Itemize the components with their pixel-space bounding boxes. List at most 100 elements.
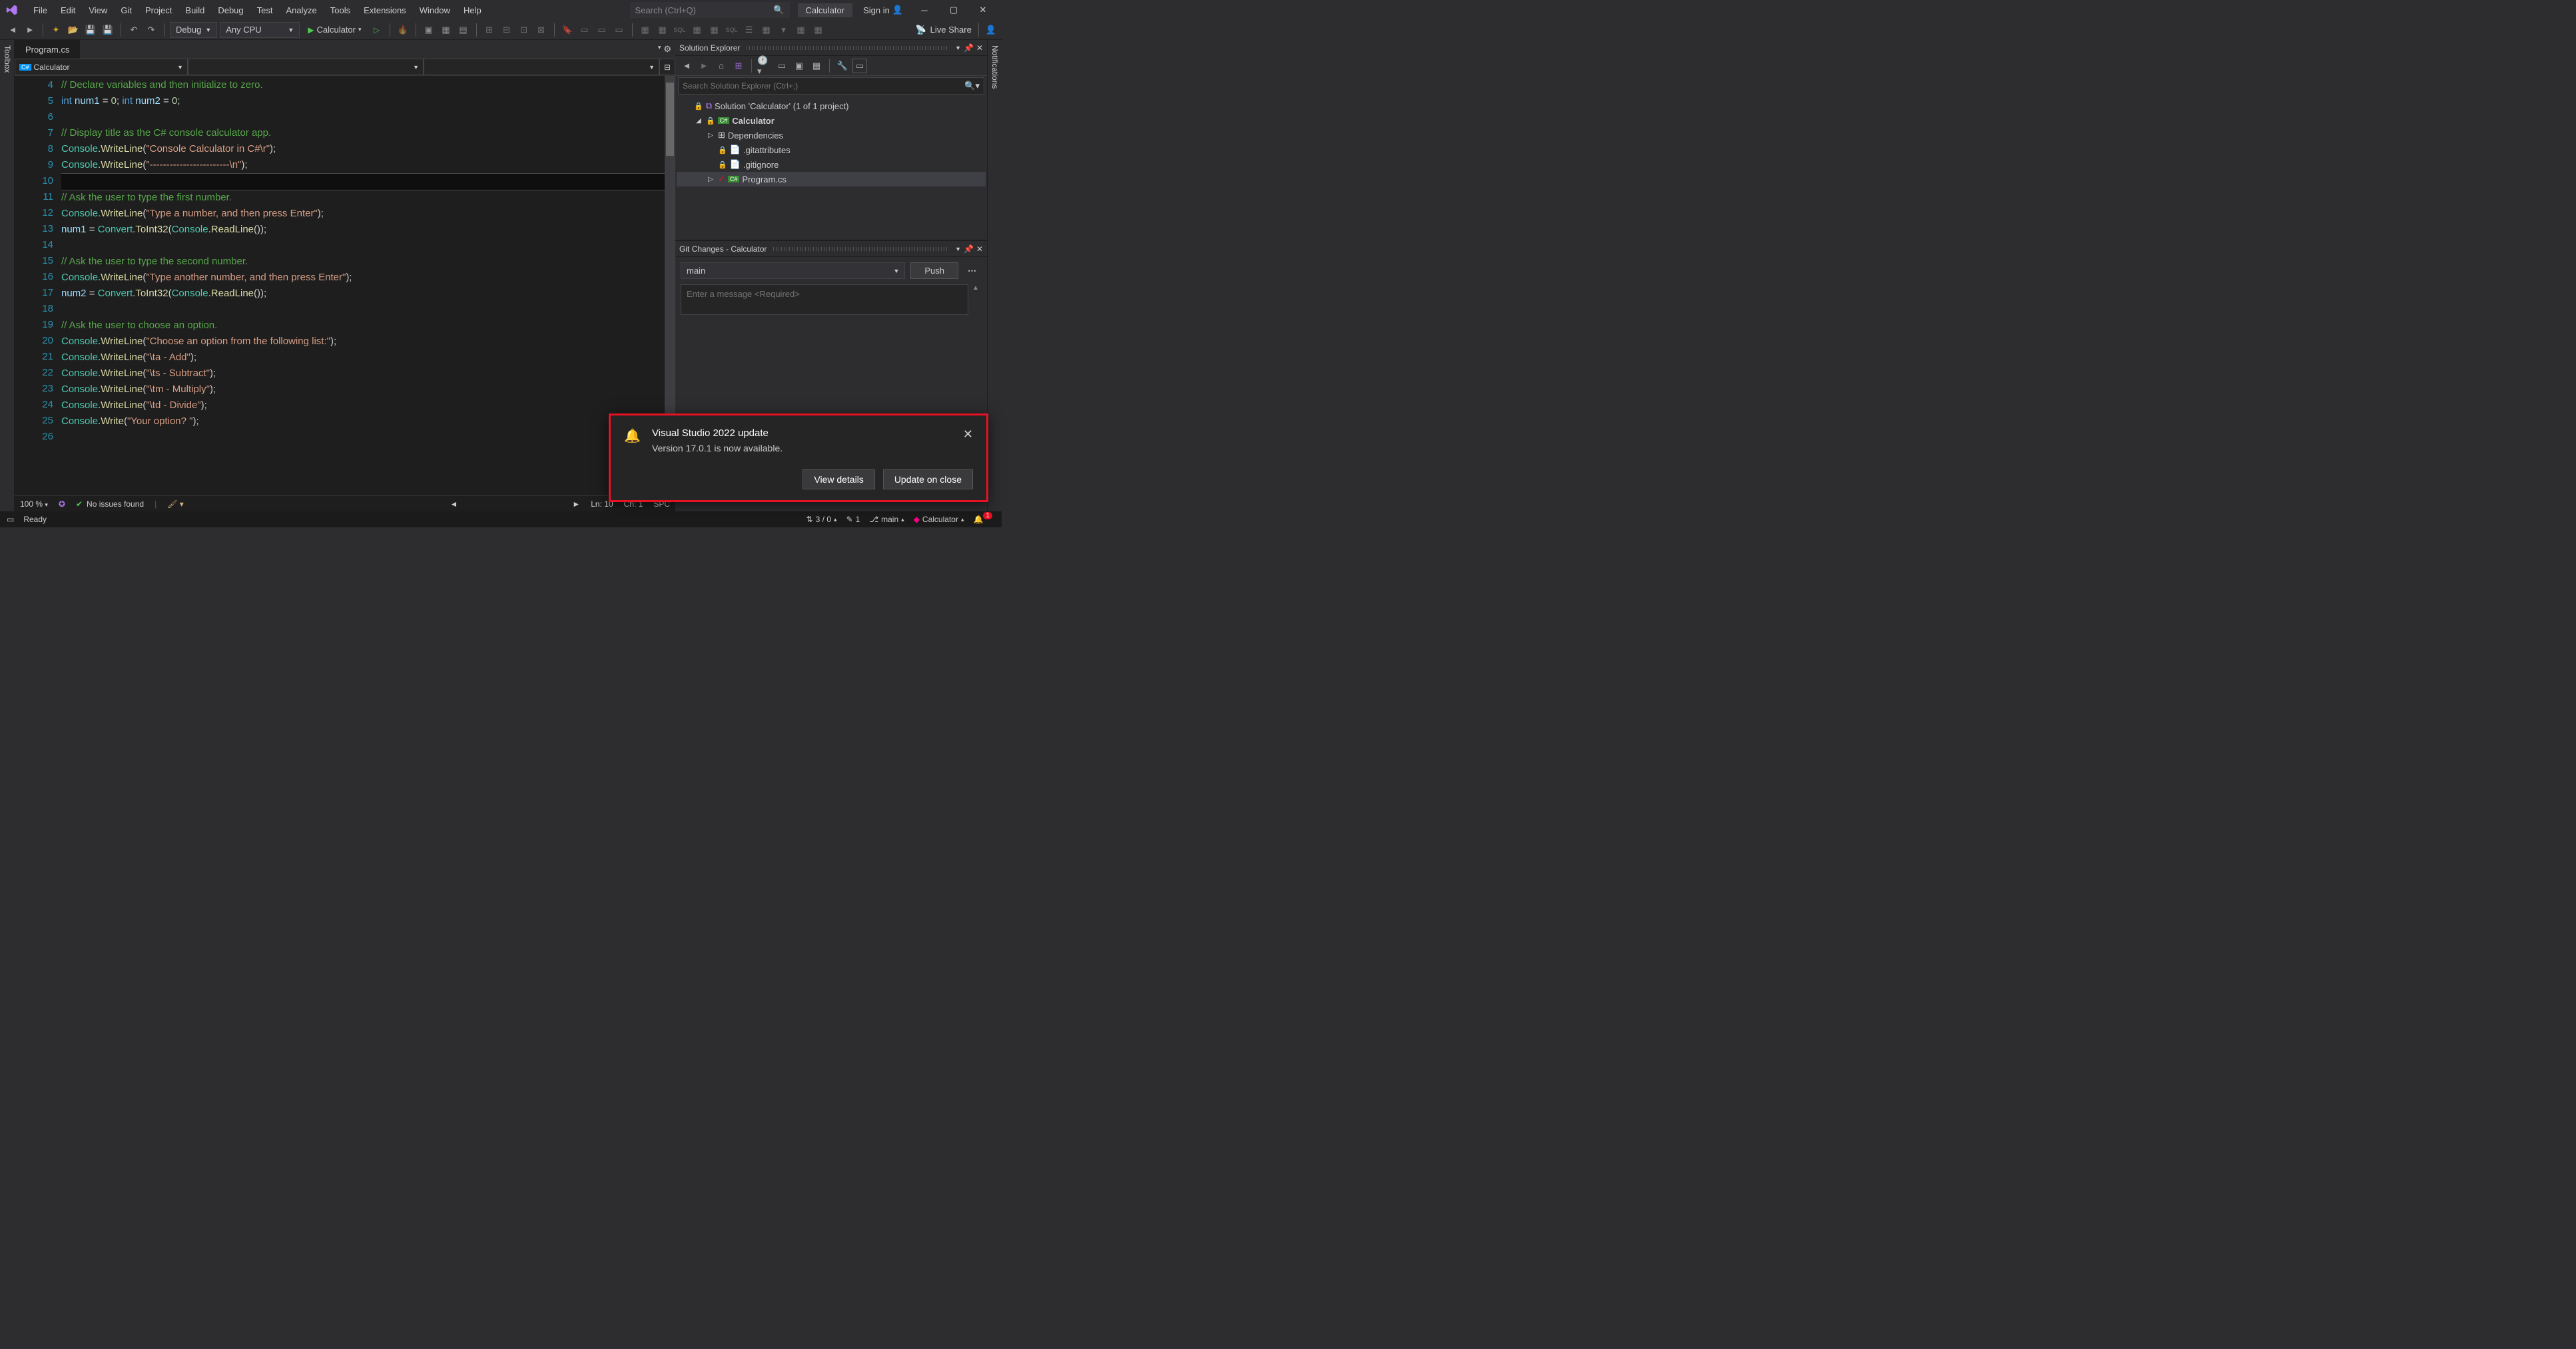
tb-icon[interactable]: ▦	[707, 23, 722, 37]
tb-icon[interactable]: ▾	[777, 23, 791, 37]
git-more-button[interactable]: ⋯	[964, 263, 982, 279]
sign-in-button[interactable]: Sign in👤	[863, 5, 903, 15]
forward-button[interactable]: ►	[23, 23, 37, 37]
output-icon[interactable]: ▭	[7, 515, 14, 524]
tree-item[interactable]: 🔒📄.gitignore	[677, 157, 986, 172]
tree-item[interactable]: ▷✓C#Program.cs	[677, 172, 986, 186]
pin-icon[interactable]: 📌	[964, 43, 974, 53]
tree-item[interactable]: ◢🔒C#Calculator	[677, 113, 986, 128]
update-on-close-button[interactable]: Update on close	[883, 469, 973, 489]
tree-item[interactable]: 🔒📄.gitattributes	[677, 142, 986, 157]
menu-build[interactable]: Build	[178, 3, 211, 18]
tb-icon[interactable]: ▦	[811, 23, 826, 37]
menu-window[interactable]: Window	[413, 3, 457, 18]
tb-icon[interactable]: ⊡	[517, 23, 531, 37]
tb-icon[interactable]: ▦	[638, 23, 653, 37]
quick-actions-icon[interactable]: 🖌 ▾	[167, 499, 184, 509]
live-share-button[interactable]: Live Share	[930, 25, 972, 35]
nav-member-combo[interactable]: ▼	[424, 59, 659, 75]
menu-help[interactable]: Help	[457, 3, 488, 18]
se-back-icon[interactable]: ◄	[679, 59, 694, 73]
bookmark-icon[interactable]: 🔖	[560, 23, 575, 37]
code-editor[interactable]: 4567891011121314151617181920212223242526…	[15, 76, 675, 495]
menu-analyze[interactable]: Analyze	[279, 3, 323, 18]
code-content[interactable]: // Declare variables and then initialize…	[61, 76, 665, 495]
tb-icon[interactable]: ☰	[742, 23, 757, 37]
tb-icon[interactable]: ▭	[577, 23, 592, 37]
tb-icon[interactable]: ▦	[794, 23, 808, 37]
sb-sync-button[interactable]: ⇅3 / 0▴	[806, 515, 837, 524]
tab-dropdown-icon[interactable]: ▾	[658, 44, 661, 55]
tb-icon[interactable]: ⊞	[482, 23, 497, 37]
panel-menu-icon[interactable]: ▼	[955, 246, 961, 252]
se-sync-icon[interactable]: ▭	[775, 59, 789, 73]
notifications-tab[interactable]: Notifications	[987, 40, 1002, 511]
redo-button[interactable]: ↷	[144, 23, 159, 37]
hscroll-left[interactable]: ◄	[450, 499, 458, 509]
nav-project-combo[interactable]: C# Calculator ▼	[15, 59, 188, 75]
menu-git[interactable]: Git	[114, 3, 139, 18]
undo-button[interactable]: ↶	[127, 23, 141, 37]
view-details-button[interactable]: View details	[803, 469, 874, 489]
expander-icon[interactable]: ▷	[706, 131, 715, 140]
file-tab-program-cs[interactable]: Program.cs	[15, 40, 80, 59]
toast-close-button[interactable]: ✕	[963, 427, 973, 441]
se-preview-icon[interactable]: ▭	[852, 59, 867, 73]
tab-settings-icon[interactable]: ⚙	[663, 44, 671, 55]
minimize-button[interactable]: ─	[911, 1, 938, 19]
tree-item[interactable]: 🔒⧉Solution 'Calculator' (1 of 1 project)	[677, 99, 986, 113]
se-forward-icon[interactable]: ►	[697, 59, 711, 73]
sb-branch-button[interactable]: ⎇main▴	[869, 515, 904, 524]
solution-explorer-search-input[interactable]	[683, 81, 964, 91]
menu-edit[interactable]: Edit	[54, 3, 82, 18]
menu-extensions[interactable]: Extensions	[357, 3, 413, 18]
back-button[interactable]: ◄	[5, 23, 20, 37]
se-pending-icon[interactable]: 🕐▾	[757, 59, 772, 73]
commit-message-box[interactable]	[681, 284, 968, 315]
tb-icon[interactable]: ▦	[439, 23, 454, 37]
new-item-button[interactable]: ✦	[49, 23, 63, 37]
tb-icon[interactable]: SQL	[725, 23, 739, 37]
sb-notifications-button[interactable]: 🔔1	[973, 515, 995, 524]
maximize-button[interactable]: ▢	[940, 1, 967, 19]
start-debug-button[interactable]: ▶Calculator▾	[302, 23, 366, 36]
tb-icon[interactable]: ▭	[595, 23, 609, 37]
tree-item[interactable]: ▷⊞Dependencies	[677, 128, 986, 142]
panel-close-icon[interactable]: ✕	[976, 43, 983, 53]
expander-icon[interactable]: ◢	[694, 116, 703, 125]
global-search-input[interactable]	[635, 5, 770, 15]
branch-combo[interactable]: main▼	[681, 262, 905, 279]
save-button[interactable]: 💾	[83, 23, 98, 37]
hscroll-right[interactable]: ►	[572, 499, 580, 509]
panel-menu-icon[interactable]: ▼	[955, 45, 961, 51]
panel-close-icon[interactable]: ✕	[976, 244, 983, 254]
sb-repo-button[interactable]: ◆Calculator▴	[914, 515, 964, 524]
pin-icon[interactable]: 📌	[964, 244, 974, 254]
tb-icon[interactable]: ▤	[456, 23, 471, 37]
issues-indicator[interactable]: ✔No issues found	[76, 499, 144, 509]
expander-icon[interactable]: ▷	[706, 174, 715, 184]
open-button[interactable]: 📂	[66, 23, 81, 37]
toolbox-tab[interactable]: Toolbox	[0, 40, 15, 511]
se-home-icon[interactable]: ⌂	[714, 59, 729, 73]
tb-icon[interactable]: ▭	[612, 23, 627, 37]
tb-icon[interactable]: ▦	[759, 23, 774, 37]
tb-icon[interactable]: SQL	[673, 23, 687, 37]
platform-combo[interactable]: Any CPU▼	[220, 22, 300, 38]
close-button[interactable]: ✕	[970, 1, 996, 19]
tb-icon[interactable]: ⊠	[534, 23, 549, 37]
zoom-combo[interactable]: 100 % ▾	[20, 499, 48, 509]
tb-icon[interactable]: ▦	[690, 23, 705, 37]
start-without-debug-button[interactable]: ▷	[370, 23, 384, 37]
expander-icon[interactable]	[682, 101, 691, 111]
global-search[interactable]: 🔍	[630, 2, 790, 18]
tb-icon[interactable]: ▣	[422, 23, 436, 37]
account-icon[interactable]: 👤	[986, 25, 996, 35]
scroll-up-icon[interactable]: ▲	[972, 284, 982, 292]
se-switch-views-icon[interactable]: ⊞	[731, 59, 746, 73]
nav-type-combo[interactable]: ▼	[188, 59, 424, 75]
intellicode-icon[interactable]: ✪	[59, 499, 65, 509]
menu-file[interactable]: File	[27, 3, 54, 18]
menu-tools[interactable]: Tools	[324, 3, 357, 18]
sb-pending-button[interactable]: ✎1	[846, 515, 860, 524]
